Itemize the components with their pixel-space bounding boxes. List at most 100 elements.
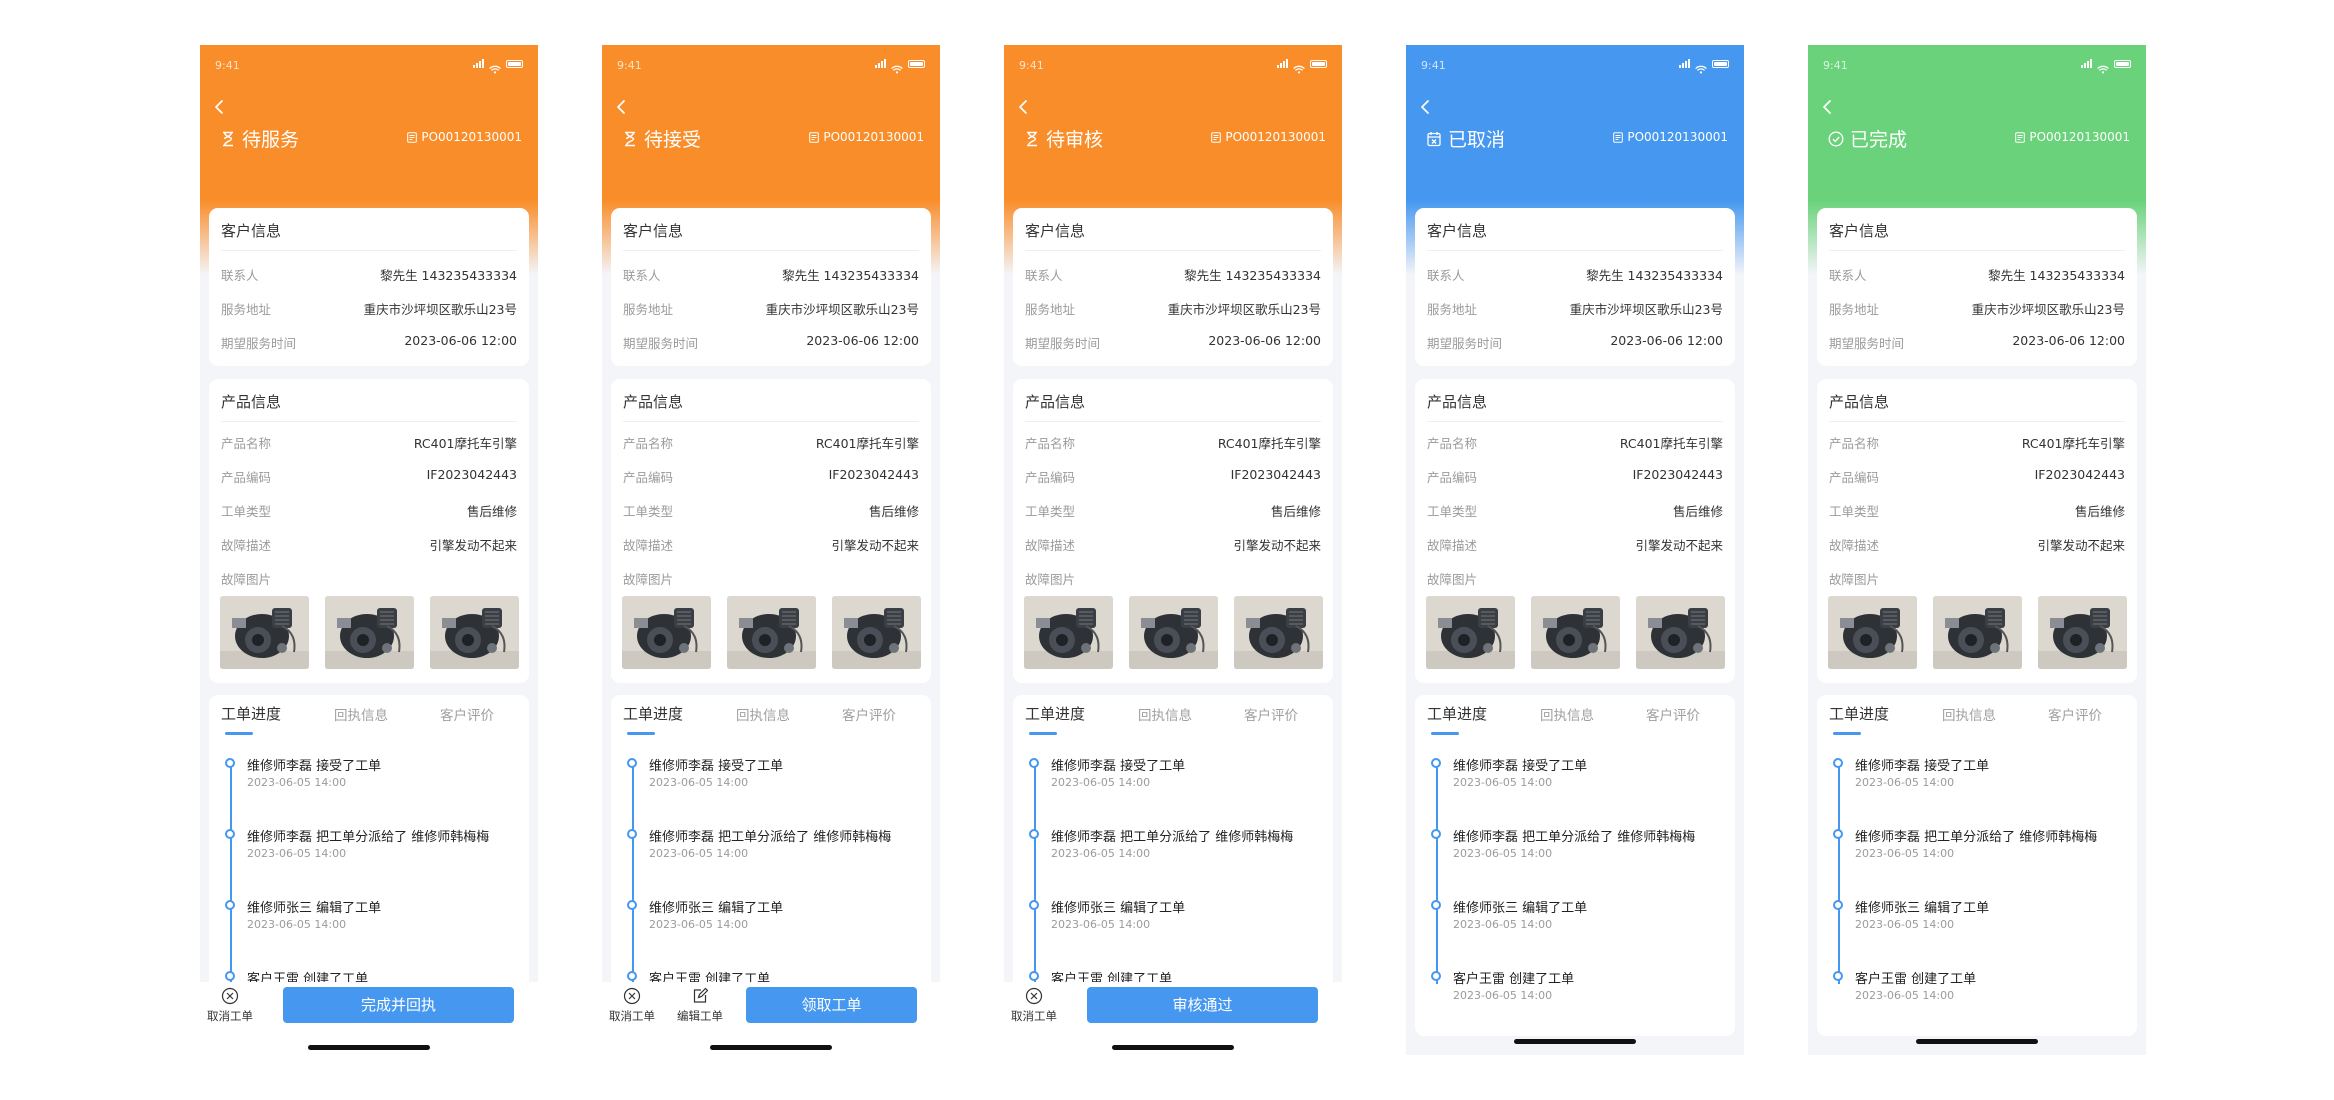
tab-bar: 工单进度 回执信息 客户评价 [1829, 704, 2125, 726]
hourglass-icon [1024, 131, 1040, 147]
customer-field-row: 期望服务时间 2023-06-06 12:00 [623, 333, 919, 351]
fault-photos-label: 故障图片 [623, 572, 674, 587]
field-label: 产品名称 [1025, 436, 1076, 451]
fault-photo[interactable] [832, 596, 921, 669]
order-status-label: 待服务 [242, 129, 300, 151]
customer-info-card: 客户信息 联系人 黎先生 143235433334 服务地址 重庆市沙坪坝区歌乐山23号… [1415, 208, 1735, 366]
product-info-title: 产品信息 [1427, 393, 1488, 411]
tab-bar: 工单进度 回执信息 客户评价 [221, 704, 517, 726]
back-icon[interactable] [1416, 97, 1436, 117]
tab-review[interactable]: 客户评价 [1244, 704, 1298, 724]
battery-icon [908, 59, 925, 68]
timeline-time: 2023-06-05 14:00 [1453, 847, 1553, 860]
timeline-event: 维修师张三 编辑了工单 [1453, 901, 1588, 916]
customer-info-card: 客户信息 联系人 黎先生 143235433334 服务地址 重庆市沙坪坝区歌乐山23号… [1817, 208, 2137, 366]
tab-receipt[interactable]: 回执信息 [736, 704, 790, 724]
tab-progress[interactable]: 工单进度 [623, 703, 683, 724]
field-value: RC401摩托车引擎 [413, 436, 517, 451]
fault-photo[interactable] [1234, 596, 1323, 669]
fault-photo[interactable] [325, 596, 414, 669]
field-value: RC401摩托车引擎 [2021, 436, 2125, 451]
field-value: 2023-06-06 12:00 [1208, 333, 1321, 348]
order-status-label: 已取消 [1448, 129, 1506, 151]
back-icon[interactable] [1014, 97, 1034, 117]
product-field-row: 产品编码 IF2023042443 [1829, 467, 2125, 485]
battery-icon [2114, 59, 2131, 68]
product-field-row: 产品名称 RC401摩托车引擎 [1427, 433, 1723, 451]
fault-photos-label: 故障图片 [1025, 572, 1076, 587]
fault-photo[interactable] [1933, 596, 2022, 669]
battery-icon [506, 59, 523, 68]
fault-photo[interactable] [727, 596, 816, 669]
tab-receipt[interactable]: 回执信息 [1138, 704, 1192, 724]
timeline-item: 维修师李磊 把工单分派给了 维修师韩梅梅 2023-06-05 14:00 [1829, 826, 2127, 862]
primary-action-button[interactable]: 完成并回执 [283, 987, 514, 1023]
primary-action-button[interactable]: 审核通过 [1087, 987, 1318, 1023]
back-icon[interactable] [1818, 97, 1838, 117]
home-indicator [308, 1045, 430, 1050]
timeline-line [1034, 764, 1036, 984]
fault-photos-label: 故障图片 [1829, 572, 1880, 587]
divider [623, 250, 919, 251]
tab-progress[interactable]: 工单进度 [1025, 703, 1085, 724]
field-value: 重庆市沙坪坝区歌乐山23号 [1971, 302, 2125, 317]
edit-order-button[interactable]: 编辑工单 [675, 987, 725, 1029]
order-number: PO00120130001 [407, 130, 522, 144]
order-status-label: 待审核 [1046, 129, 1104, 151]
order-status: 待审核 [1024, 125, 1103, 152]
fault-photo[interactable] [1129, 596, 1218, 669]
status-time: 9:41 [617, 59, 642, 72]
active-tab-indicator [627, 732, 655, 735]
fault-photos-label: 故障图片 [1427, 572, 1478, 587]
tab-receipt[interactable]: 回执信息 [1540, 704, 1594, 724]
timeline-time: 2023-06-05 14:00 [247, 847, 347, 860]
timeline-time: 2023-06-05 14:00 [649, 918, 749, 931]
cancel-order-button[interactable]: 取消工单 [607, 987, 657, 1029]
primary-action-button[interactable]: 领取工单 [746, 987, 917, 1023]
fault-photo[interactable] [1426, 596, 1515, 669]
back-icon[interactable] [612, 97, 632, 117]
fault-photo[interactable] [430, 596, 519, 669]
product-field-row: 产品名称 RC401摩托车引擎 [623, 433, 919, 451]
order-number: PO00120130001 [1613, 130, 1728, 144]
tab-review[interactable]: 客户评价 [2048, 704, 2102, 724]
phone-screen: 9:41 待审核 PO00120130001 客户信息 联系人 黎先生 143235433… [1004, 45, 1342, 1055]
tab-bar: 工单进度 回执信息 客户评价 [1025, 704, 1321, 726]
customer-info-title: 客户信息 [1829, 222, 1890, 240]
tab-review[interactable]: 客户评价 [440, 704, 494, 724]
tab-receipt[interactable]: 回执信息 [1942, 704, 1996, 724]
tab-progress[interactable]: 工单进度 [221, 703, 281, 724]
fault-photo[interactable] [1024, 596, 1113, 669]
back-icon[interactable] [210, 97, 230, 117]
timeline-item: 维修师李磊 接受了工单 2023-06-05 14:00 [623, 755, 921, 791]
fault-photo[interactable] [1636, 596, 1725, 669]
field-label: 期望服务时间 [1427, 336, 1503, 351]
status-time: 9:41 [1823, 59, 1848, 72]
timeline-time: 2023-06-05 14:00 [649, 776, 749, 789]
fault-photo[interactable] [220, 596, 309, 669]
active-tab-indicator [1431, 732, 1459, 735]
tab-progress[interactable]: 工单进度 [1829, 703, 1889, 724]
tab-receipt[interactable]: 回执信息 [334, 704, 388, 724]
timeline-item: 维修师张三 编辑了工单 2023-06-05 14:00 [221, 897, 519, 933]
cancel-order-button[interactable]: 取消工单 [205, 987, 255, 1029]
tab-review[interactable]: 客户评价 [1646, 704, 1700, 724]
cancel-icon [221, 987, 239, 1005]
fault-photo[interactable] [1828, 596, 1917, 669]
action-label: 取消工单 [609, 1009, 655, 1023]
fault-photo[interactable] [2038, 596, 2127, 669]
tab-progress[interactable]: 工单进度 [1427, 703, 1487, 724]
timeline-event: 维修师张三 编辑了工单 [649, 901, 784, 916]
fault-photos-label-row: 故障图片 [1829, 569, 2125, 587]
timeline-dot [1833, 758, 1843, 768]
field-value: RC401摩托车引擎 [1619, 436, 1723, 451]
customer-field-row: 期望服务时间 2023-06-06 12:00 [1427, 333, 1723, 351]
product-info-card: 产品信息 产品名称 RC401摩托车引擎 产品编码 IF2023042443 工单类型 售后… [1415, 379, 1735, 683]
cancel-order-button[interactable]: 取消工单 [1009, 987, 1059, 1029]
order-status: 已取消 [1426, 125, 1505, 152]
fault-photos-label-row: 故障图片 [1427, 569, 1723, 587]
fault-photo[interactable] [1531, 596, 1620, 669]
tab-review[interactable]: 客户评价 [842, 704, 896, 724]
field-label: 工单类型 [1025, 504, 1076, 519]
fault-photo[interactable] [622, 596, 711, 669]
